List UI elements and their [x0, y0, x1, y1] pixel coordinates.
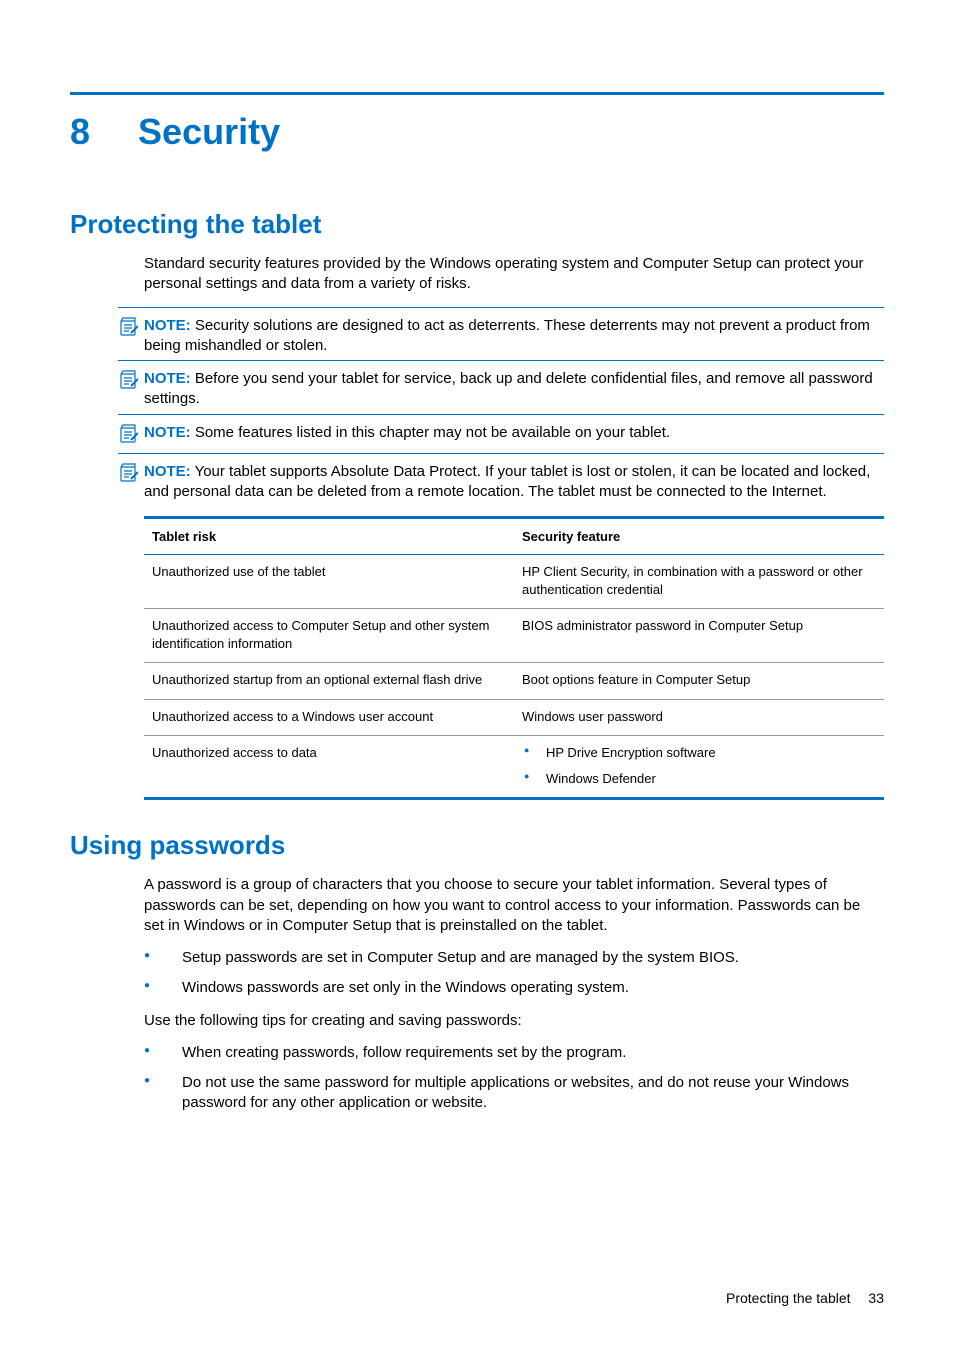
table-header-feature: Security feature [514, 518, 884, 555]
note-block: NOTE: Your tablet supports Absolute Data… [118, 458, 884, 503]
note-label: NOTE: [144, 463, 191, 480]
note-body: Your tablet supports Absolute Data Prote… [144, 463, 870, 500]
security-table-wrap: Tablet risk Security feature Unauthorize… [144, 516, 884, 800]
note-block: NOTE: Security solutions are designed to… [118, 312, 884, 357]
passwords-intro: A password is a group of characters that… [144, 875, 884, 936]
table-cell-risk: Unauthorized access to a Windows user ac… [144, 699, 514, 736]
passwords-intro-block: A password is a group of characters that… [144, 875, 884, 936]
feature-list-item: HP Drive Encryption software [522, 744, 876, 762]
tips-intro-block: Use the following tips for creating and … [144, 1011, 884, 1031]
chapter-number: 8 [70, 111, 90, 153]
note-icon [118, 317, 140, 342]
chapter-header: 8 Security [70, 111, 884, 153]
list-item: Setup passwords are set in Computer Setu… [144, 948, 884, 968]
table-row: Unauthorized access to Computer Setup an… [144, 609, 884, 663]
note-icon [118, 370, 140, 395]
intro-text: Standard security features provided by t… [144, 254, 884, 295]
table-row: Unauthorized startup from an optional ex… [144, 663, 884, 700]
footer-section: Protecting the tablet [726, 1290, 851, 1306]
table-cell-risk: Unauthorized startup from an optional ex… [144, 663, 514, 700]
note-block: NOTE: Before you send your tablet for se… [118, 365, 884, 410]
tips-intro: Use the following tips for creating and … [144, 1011, 884, 1031]
note-label: NOTE: [144, 317, 191, 334]
top-rule [70, 92, 884, 95]
note-label: NOTE: [144, 424, 191, 441]
table-cell-risk: Unauthorized access to Computer Setup an… [144, 609, 514, 663]
table-cell-feature: HP Drive Encryption software Windows Def… [514, 736, 884, 799]
feature-list: HP Drive Encryption software Windows Def… [522, 744, 876, 787]
table-cell-risk: Unauthorized use of the tablet [144, 555, 514, 609]
note-icon [118, 463, 140, 488]
note-body: Some features listed in this chapter may… [191, 424, 670, 441]
note-rule [118, 414, 884, 415]
bullet-list-2: When creating passwords, follow requirem… [144, 1043, 884, 1114]
table-header-risk: Tablet risk [144, 518, 514, 555]
footer-page-number: 33 [868, 1290, 884, 1306]
note-body: Security solutions are designed to act a… [144, 317, 870, 354]
table-cell-risk: Unauthorized access to data [144, 736, 514, 799]
table-cell-feature: Boot options feature in Computer Setup [514, 663, 884, 700]
note-text: NOTE: Before you send your tablet for se… [144, 369, 884, 410]
table-row: Unauthorized use of the tablet HP Client… [144, 555, 884, 609]
list-item: When creating passwords, follow requirem… [144, 1043, 884, 1063]
note-label: NOTE: [144, 370, 191, 387]
note-text: NOTE: Your tablet supports Absolute Data… [144, 462, 884, 503]
note-block: NOTE: Some features listed in this chapt… [118, 419, 884, 449]
section-heading-passwords: Using passwords [70, 830, 884, 861]
section-heading-protecting: Protecting the tablet [70, 209, 884, 240]
intro-block: Standard security features provided by t… [144, 254, 884, 295]
table-cell-feature: Windows user password [514, 699, 884, 736]
note-text: NOTE: Some features listed in this chapt… [144, 423, 670, 443]
table-cell-feature: BIOS administrator password in Computer … [514, 609, 884, 663]
note-rule [118, 360, 884, 361]
table-row: Unauthorized access to a Windows user ac… [144, 699, 884, 736]
list-item: Windows passwords are set only in the Wi… [144, 978, 884, 998]
bullet-list-1: Setup passwords are set in Computer Setu… [144, 948, 884, 999]
table-row: Unauthorized access to data HP Drive Enc… [144, 736, 884, 799]
list-item: Do not use the same password for multipl… [144, 1073, 884, 1114]
note-text: NOTE: Security solutions are designed to… [144, 316, 884, 357]
chapter-title: Security [138, 111, 280, 153]
security-table: Tablet risk Security feature Unauthorize… [144, 516, 884, 800]
note-icon [118, 424, 140, 449]
note-rule [118, 453, 884, 454]
feature-list-item: Windows Defender [522, 770, 876, 788]
table-cell-feature: HP Client Security, in combination with … [514, 555, 884, 609]
page-footer: Protecting the tablet 33 [726, 1290, 884, 1306]
note-body: Before you send your tablet for service,… [144, 370, 873, 407]
note-rule [118, 307, 884, 308]
